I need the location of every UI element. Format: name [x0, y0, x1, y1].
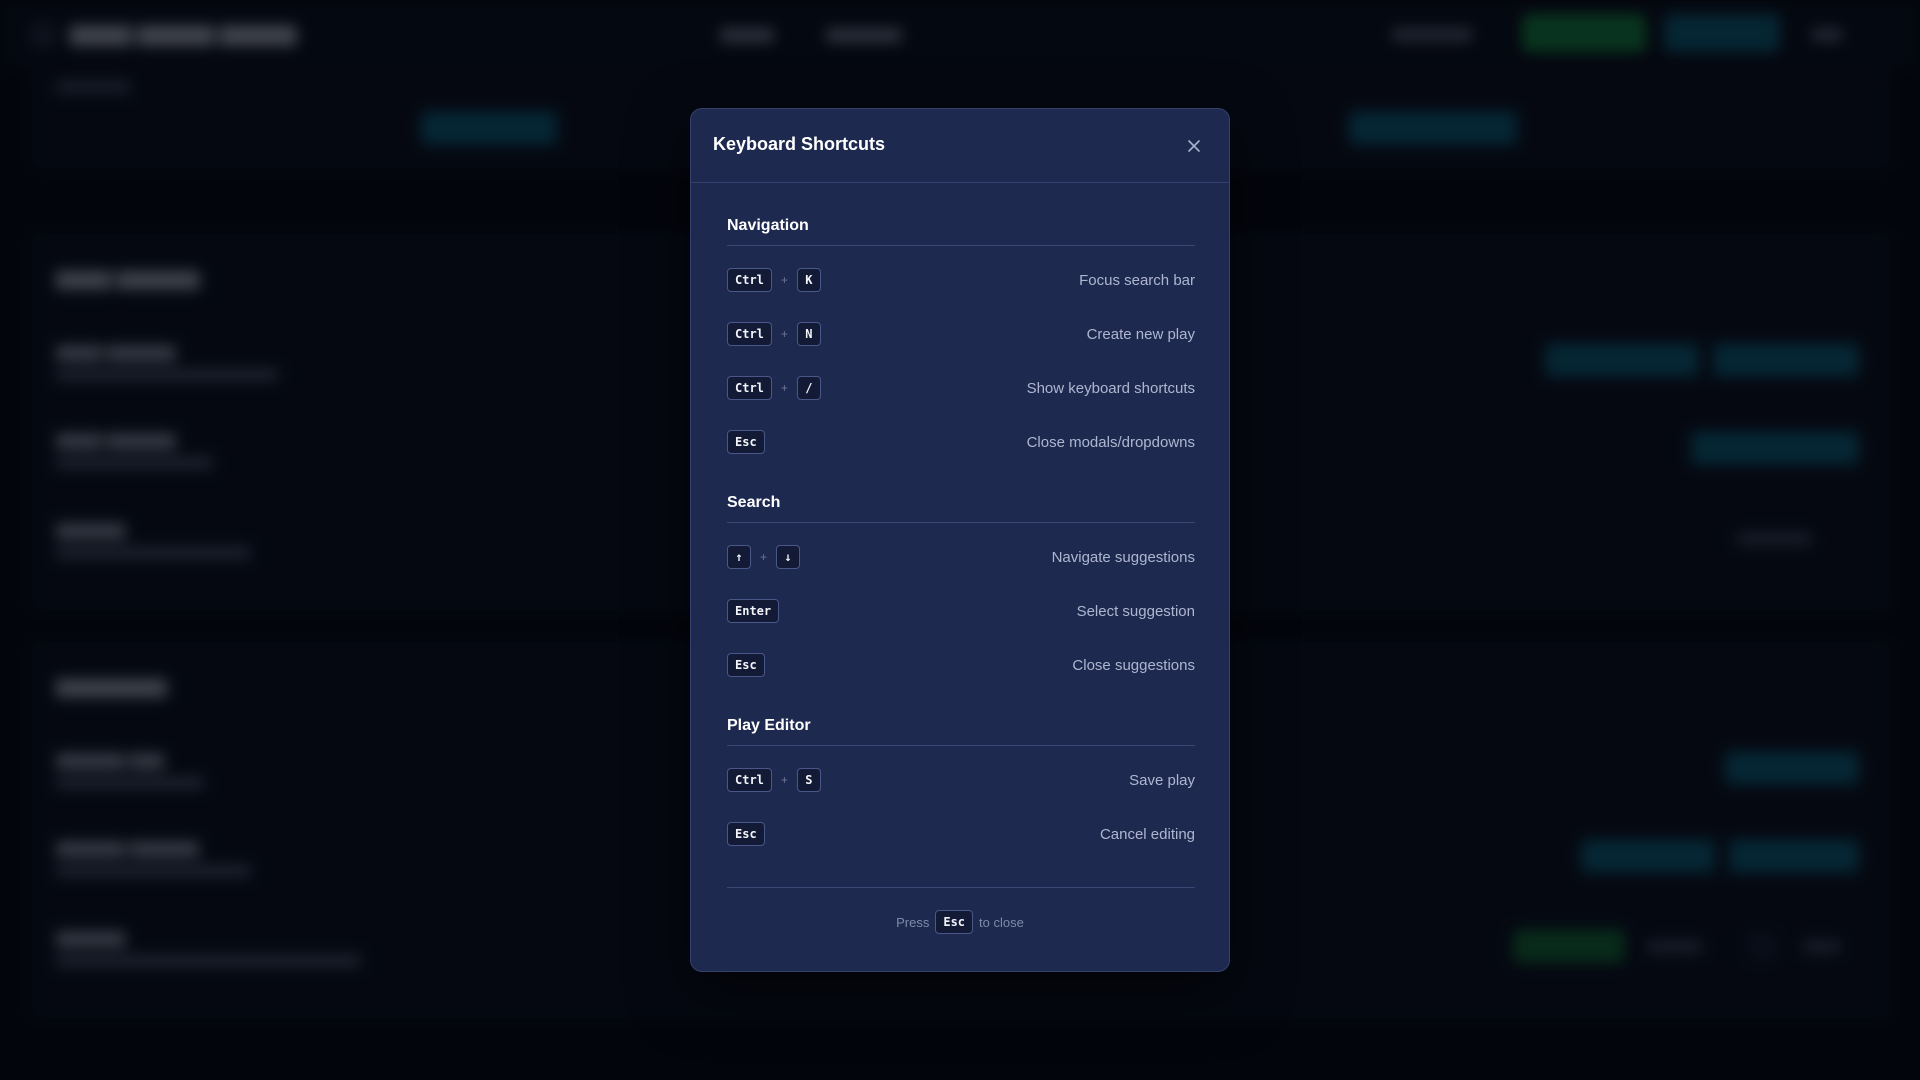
footer-divider — [727, 887, 1195, 888]
key-cap: Ctrl — [727, 376, 772, 400]
shortcut-description: Navigate suggestions — [1051, 548, 1195, 566]
shortcut-row: ↑ + ↓ Navigate suggestions — [727, 543, 1195, 571]
footer-suffix: to close — [979, 914, 1024, 930]
close-icon — [1188, 140, 1200, 152]
key-cap: Esc — [935, 910, 974, 934]
shortcut-description: Close suggestions — [1072, 656, 1195, 674]
key-combo: ↑ + ↓ — [727, 545, 801, 569]
shortcut-row: Ctrl + / Show keyboard shortcuts — [727, 374, 1195, 402]
key-separator: + — [760, 550, 768, 564]
key-cap: Esc — [727, 430, 765, 454]
shortcut-row: Ctrl + K Focus search bar — [727, 266, 1195, 294]
shortcut-row: Enter Select suggestion — [727, 597, 1195, 625]
section-title-play-editor: Play Editor — [727, 717, 1195, 746]
key-combo: Ctrl + N — [727, 322, 821, 346]
arrow-down-icon: ↓ — [776, 545, 801, 569]
key-cap: S — [796, 768, 821, 792]
key-cap: K — [796, 268, 821, 292]
key-separator: + — [780, 273, 788, 287]
key-combo: Ctrl + / — [727, 376, 821, 400]
close-button[interactable] — [1181, 133, 1207, 159]
key-separator: + — [780, 773, 788, 787]
shortcut-description: Focus search bar — [1079, 271, 1195, 289]
arrow-up-icon: ↑ — [727, 545, 751, 569]
shortcut-row: Ctrl + N Create new play — [727, 320, 1195, 348]
shortcut-description: Show keyboard shortcuts — [1026, 379, 1195, 397]
key-cap: / — [796, 376, 821, 400]
shortcut-row: Esc Close suggestions — [727, 651, 1195, 679]
key-cap: Enter — [727, 599, 780, 623]
key-separator: + — [780, 327, 788, 341]
modal-title: Keyboard Shortcuts — [713, 134, 886, 154]
key-cap: N — [796, 322, 821, 346]
shortcut-row: Ctrl + S Save play — [727, 766, 1195, 794]
key-combo: Esc — [727, 430, 765, 454]
shortcut-row: Esc Cancel editing — [727, 820, 1195, 848]
key-combo: Esc — [727, 653, 765, 677]
key-cap: Ctrl — [727, 322, 772, 346]
shortcut-description: Save play — [1129, 771, 1195, 789]
key-cap: Ctrl — [727, 268, 772, 292]
key-cap: Ctrl — [727, 768, 772, 792]
key-combo: Enter — [727, 599, 780, 623]
section-title-navigation: Navigation — [727, 217, 1195, 246]
key-combo: Ctrl + S — [727, 768, 821, 792]
key-separator: + — [780, 381, 788, 395]
shortcut-row: Esc Close modals/dropdowns — [727, 428, 1195, 456]
shortcut-description: Cancel editing — [1099, 825, 1195, 843]
footer-prefix: Press — [896, 914, 930, 930]
key-combo: Esc — [727, 822, 765, 846]
key-combo: Ctrl + K — [727, 268, 821, 292]
section-title-search: Search — [727, 494, 1195, 523]
modal-header: Keyboard Shortcuts — [691, 109, 1229, 183]
key-cap: Esc — [727, 653, 765, 677]
shortcut-description: Create new play — [1086, 325, 1195, 343]
keyboard-shortcuts-modal: Keyboard Shortcuts Navigation Ctrl + K F… — [690, 108, 1230, 972]
key-cap: Esc — [727, 822, 765, 846]
shortcut-description: Close modals/dropdowns — [1026, 433, 1195, 451]
modal-footer: Press Esc to close — [691, 910, 1229, 934]
shortcut-description: Select suggestion — [1076, 602, 1195, 620]
